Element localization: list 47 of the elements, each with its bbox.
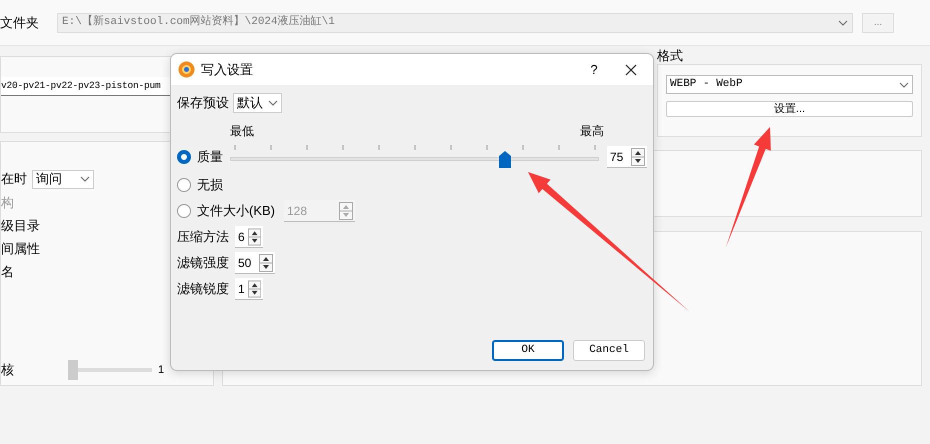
spin-arrows-icon[interactable] xyxy=(248,228,261,246)
spin-arrows-icon[interactable] xyxy=(631,148,645,166)
spin-box[interactable]: 75 xyxy=(607,146,647,168)
dialog-button[interactable]: Cancel xyxy=(573,340,645,361)
dialog-button[interactable]: OK xyxy=(492,340,564,361)
option-label: 间属性 xyxy=(1,240,40,258)
settings-button[interactable]: 设置... xyxy=(666,101,913,117)
format-dropdown[interactable]: WEBP - WebP xyxy=(666,75,913,94)
min-label: 最低 xyxy=(230,123,254,140)
param-label: 滤镜锐度 xyxy=(177,280,229,298)
option-label: 级目录 xyxy=(1,216,40,235)
option-label: 构 xyxy=(1,194,14,212)
chevron-down-icon xyxy=(838,20,848,26)
help-button[interactable]: ? xyxy=(579,58,609,82)
slider-thumb[interactable] xyxy=(498,151,511,168)
max-label: 最高 xyxy=(580,123,604,140)
option-label: 在时 xyxy=(1,170,27,188)
spin-box[interactable]: 50 xyxy=(235,252,275,274)
slider-track[interactable] xyxy=(68,360,152,380)
radio-button[interactable] xyxy=(177,204,191,218)
spin-arrows-icon[interactable] xyxy=(248,280,261,298)
preset-label: 保存预设 xyxy=(177,94,229,112)
option-label: 名 xyxy=(1,262,14,281)
close-icon[interactable] xyxy=(625,64,637,76)
radio-label: 质量 xyxy=(197,148,223,166)
chevron-down-icon xyxy=(80,176,90,182)
preset-dropdown[interactable]: 默认 xyxy=(233,93,282,113)
radio-label: 无损 xyxy=(197,176,223,194)
slider-thumb[interactable] xyxy=(68,360,78,380)
quality-slider[interactable] xyxy=(230,143,599,171)
param-label: 压缩方法 xyxy=(177,228,229,246)
radio-button[interactable] xyxy=(177,178,191,192)
folder-label: 文件夹 xyxy=(0,14,40,32)
radio-button[interactable] xyxy=(177,150,191,164)
slider-value: 1 xyxy=(158,362,164,378)
folder-path-field[interactable]: E:\【新saivstool.com网站资料】\2024液压油缸\1 xyxy=(57,12,853,32)
spin-box[interactable]: 6 xyxy=(235,226,263,248)
chevron-down-icon xyxy=(268,100,278,106)
spin-arrows-icon[interactable] xyxy=(259,254,273,272)
option-label: 核 xyxy=(1,361,15,380)
option-dropdown[interactable]: 询问 xyxy=(32,170,94,188)
format-title: 格式 xyxy=(657,47,684,64)
radio-label: 文件大小(KB) xyxy=(197,202,275,220)
chevron-down-icon xyxy=(899,82,909,88)
spin-box[interactable]: 1 xyxy=(235,278,263,300)
dialog-title: 写入设置 xyxy=(201,60,254,79)
param-label: 滤镜强度 xyxy=(177,254,229,272)
